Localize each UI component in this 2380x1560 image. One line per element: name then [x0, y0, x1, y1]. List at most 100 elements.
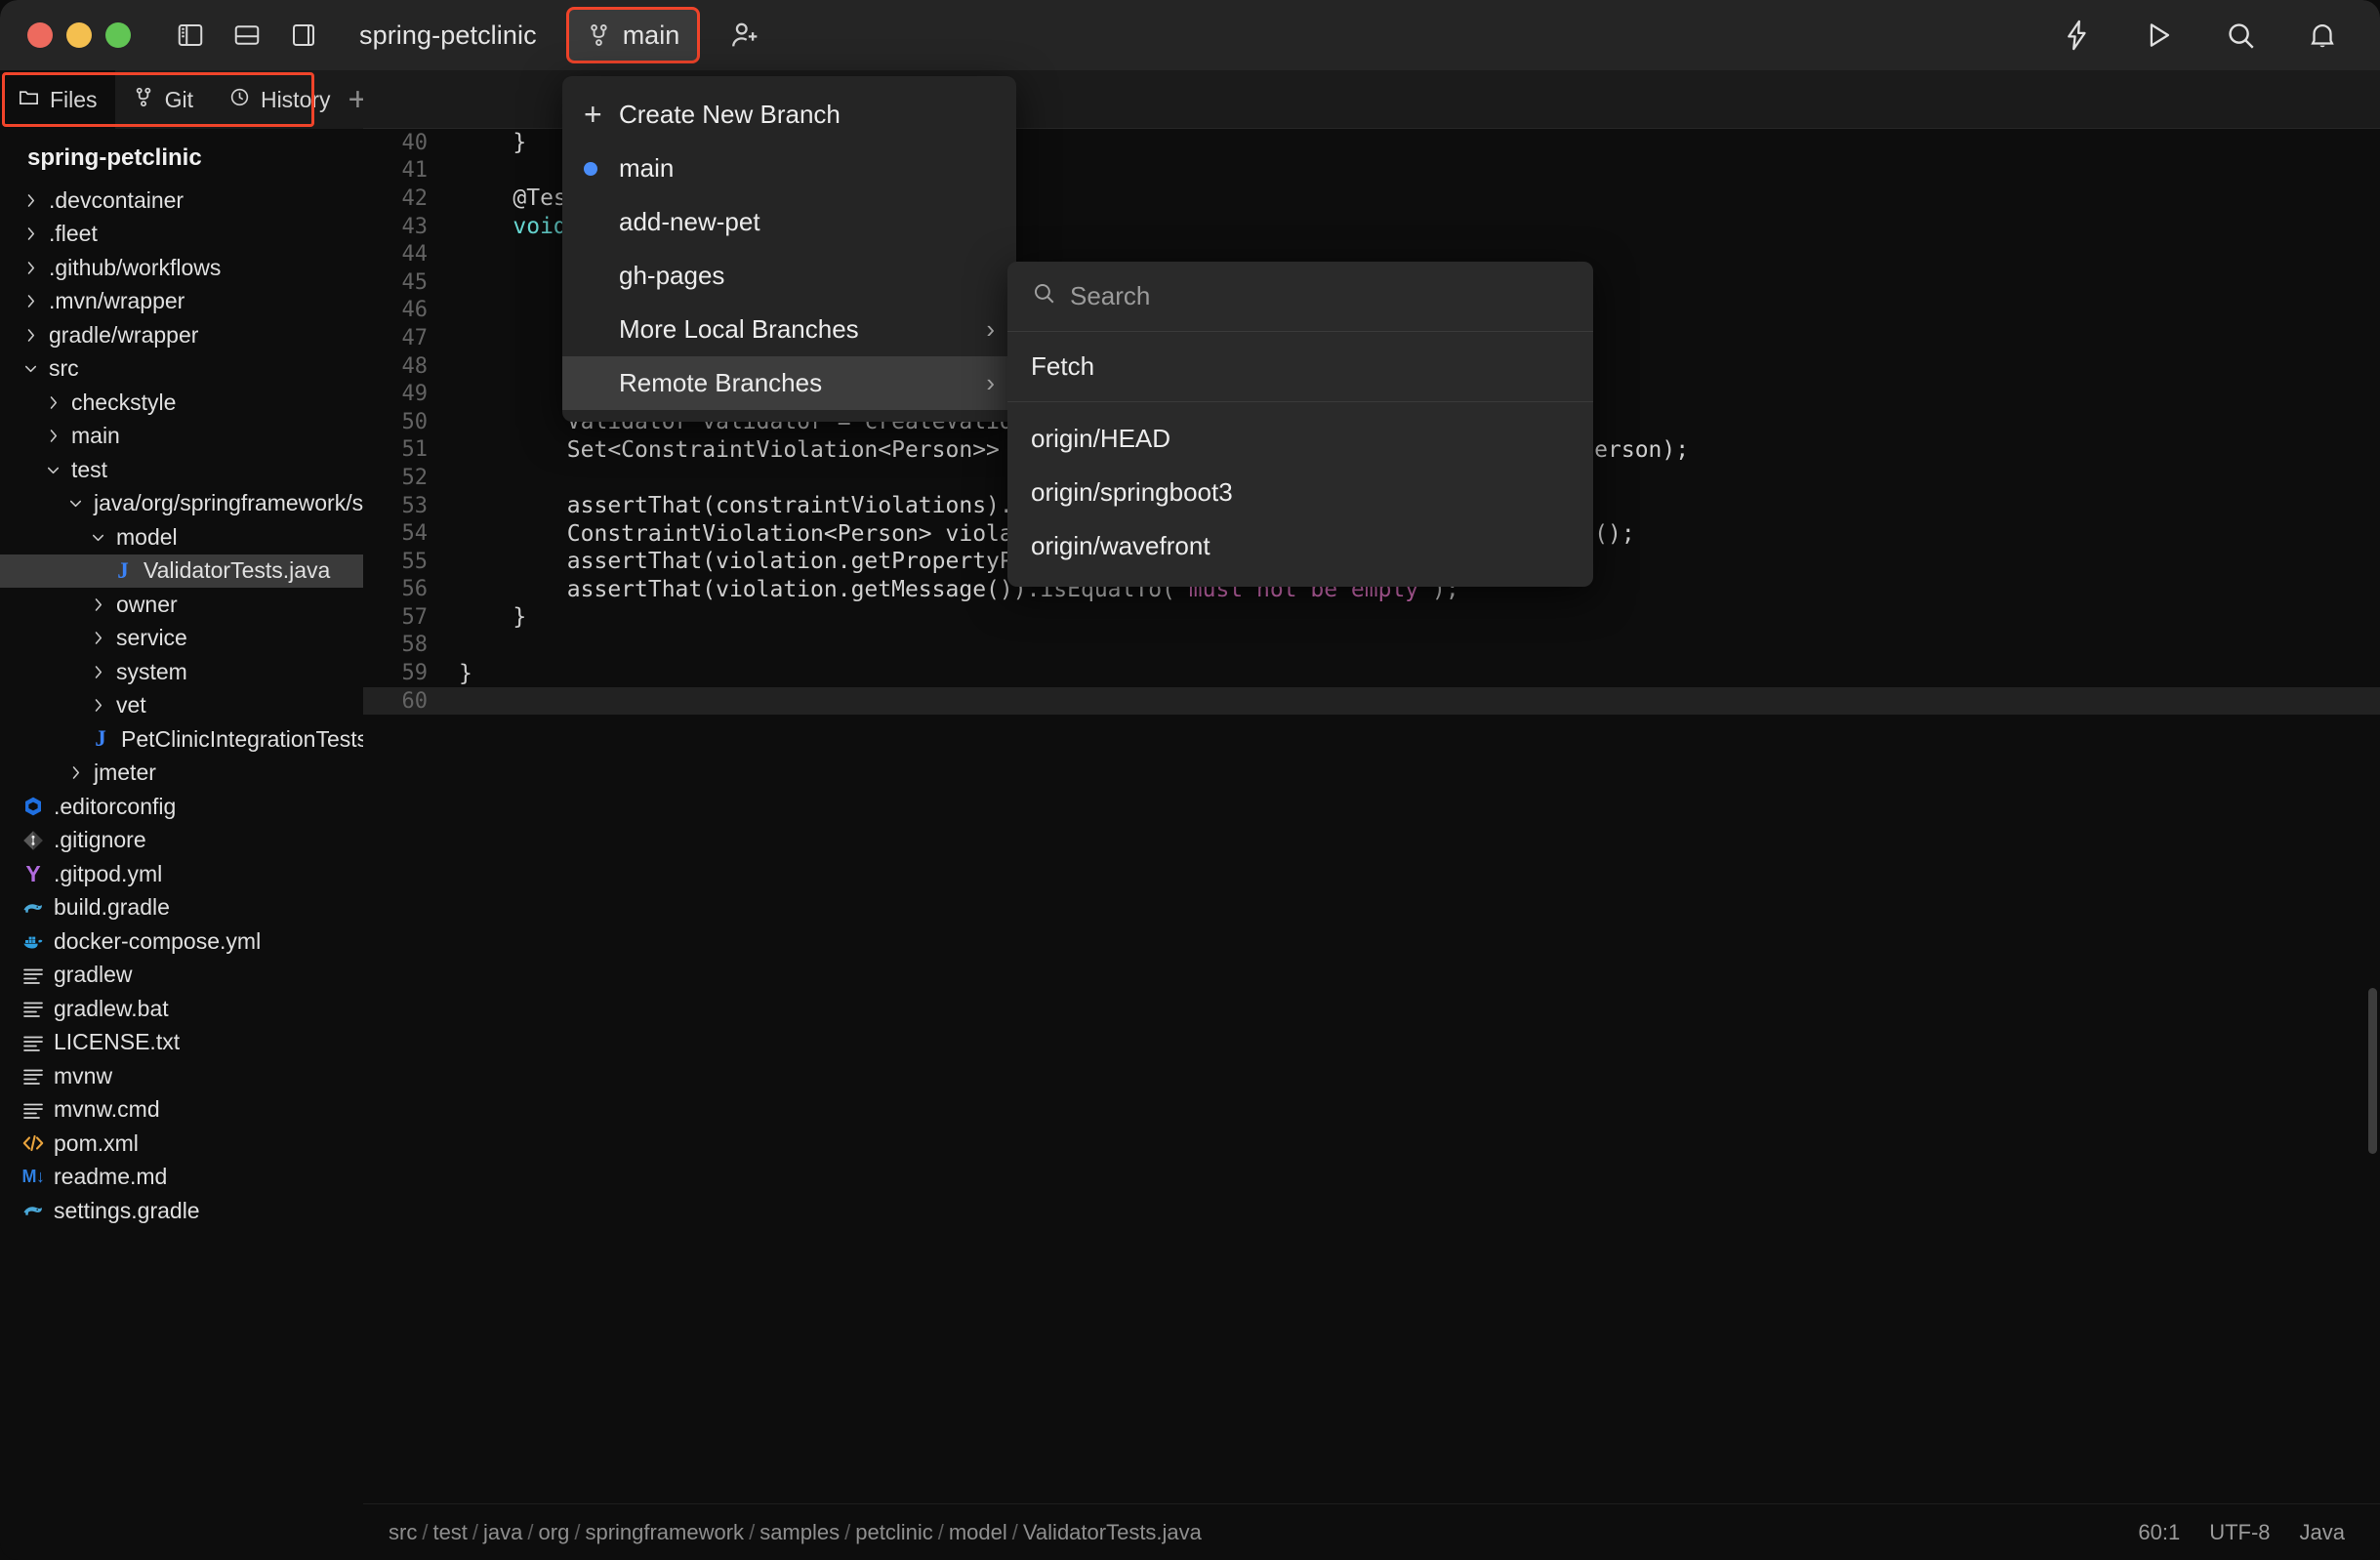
chevron-right-icon[interactable]: [44, 393, 62, 412]
tree-folder-item[interactable]: checkstyle: [0, 386, 363, 420]
tree-item-label: .editorconfig: [54, 793, 177, 819]
code-line[interactable]: 59}: [363, 659, 2380, 687]
tree-file-item[interactable]: .editorconfig: [0, 790, 363, 824]
sidebar-tab-history[interactable]: History: [210, 70, 349, 129]
ide-window: spring-petclinic main Files Git History …: [0, 0, 2380, 1560]
tree-file-item[interactable]: LICENSE.txt: [0, 1026, 363, 1060]
remote-branch-item[interactable]: origin/HEAD: [1007, 412, 1593, 466]
breadcrumb-segment[interactable]: ValidatorTests.java: [1023, 1520, 1202, 1544]
branch-menu-item[interactable]: add-new-pet: [562, 195, 1016, 249]
tree-file-item[interactable]: mvnw.cmd: [0, 1093, 363, 1128]
add-tab-button[interactable]: +: [349, 70, 363, 129]
tree-file-item[interactable]: mvnw: [0, 1059, 363, 1093]
lightning-icon[interactable]: [2060, 19, 2093, 52]
tree-folder-item[interactable]: service: [0, 622, 363, 656]
breadcrumb-segment[interactable]: samples: [759, 1520, 840, 1544]
breadcrumb-segment[interactable]: petclinic: [855, 1520, 932, 1544]
code-line[interactable]: 60: [363, 686, 2380, 716]
chevron-right-icon[interactable]: [21, 326, 40, 345]
tree-file-item[interactable]: J ValidatorTests.java: [0, 554, 363, 588]
breadcrumb-separator: /: [749, 1519, 756, 1544]
tree-folder-item[interactable]: vet: [0, 689, 363, 723]
tree-folder-item[interactable]: .mvn/wrapper: [0, 285, 363, 319]
line-number: 50: [401, 409, 429, 434]
remote-branch-item[interactable]: origin/wavefront: [1007, 519, 1593, 573]
breadcrumb-segment[interactable]: java: [483, 1520, 522, 1544]
tree-file-item[interactable]: settings.gradle: [0, 1194, 363, 1228]
chevron-down-icon[interactable]: [44, 461, 62, 479]
maximize-window-button[interactable]: [105, 22, 131, 48]
chevron-down-icon[interactable]: [21, 359, 40, 378]
tree-file-item[interactable]: J PetClinicIntegrationTests.java: [0, 722, 363, 757]
tree-folder-item[interactable]: owner: [0, 588, 363, 622]
chevron-right-icon[interactable]: [89, 663, 107, 681]
chevron-right-icon[interactable]: [44, 427, 62, 445]
left-panel-icon[interactable]: [176, 21, 205, 50]
run-icon[interactable]: [2142, 19, 2175, 52]
sidebar-tab-git[interactable]: Git: [114, 70, 211, 129]
cursor-position[interactable]: 60:1: [2138, 1520, 2180, 1545]
branch-menu-item[interactable]: gh-pages: [562, 249, 1016, 303]
chevron-right-icon[interactable]: [89, 696, 107, 715]
add-user-icon[interactable]: [729, 19, 762, 52]
chevron-right-icon[interactable]: [89, 595, 107, 614]
tree-folder-item[interactable]: .fleet: [0, 218, 363, 252]
tree-folder-item[interactable]: src: [0, 352, 363, 387]
breadcrumb-segment[interactable]: model: [949, 1520, 1007, 1544]
branch-menu-item[interactable]: main: [562, 142, 1016, 195]
close-window-button[interactable]: [27, 22, 53, 48]
tree-folder-item[interactable]: .devcontainer: [0, 184, 363, 218]
chevron-right-icon[interactable]: [21, 292, 40, 310]
tree-folder-item[interactable]: jmeter: [0, 757, 363, 791]
chevron-right-icon[interactable]: [89, 629, 107, 647]
submenu-search-field[interactable]: Search: [1007, 262, 1593, 332]
gradle-file-icon: [21, 896, 45, 920]
chevron-right-icon[interactable]: [21, 225, 40, 243]
tree-folder-item[interactable]: system: [0, 655, 363, 689]
sidebar-tab-files[interactable]: Files: [0, 70, 115, 129]
submenu-action-item[interactable]: Fetch: [1007, 340, 1593, 393]
remote-branch-item[interactable]: origin/springboot3: [1007, 466, 1593, 519]
tree-file-item[interactable]: M↓ readme.md: [0, 1161, 363, 1195]
code-line[interactable]: 58: [363, 632, 2380, 660]
tree-file-item[interactable]: gradlew: [0, 959, 363, 993]
chevron-right-icon[interactable]: [21, 259, 40, 277]
language-label[interactable]: Java: [2300, 1520, 2345, 1545]
chevron-down-icon[interactable]: [66, 494, 85, 513]
chevron-down-icon[interactable]: [89, 528, 107, 547]
tree-folder-item[interactable]: model: [0, 520, 363, 554]
tree-file-item[interactable]: Y .gitpod.yml: [0, 857, 363, 891]
tree-file-item[interactable]: build.gradle: [0, 891, 363, 925]
breadcrumb-segment[interactable]: org: [539, 1520, 570, 1544]
tree-folder-item[interactable]: .github/workflows: [0, 251, 363, 285]
breadcrumb-segment[interactable]: test: [432, 1520, 467, 1544]
tree-file-item[interactable]: gradlew.bat: [0, 992, 363, 1026]
code-line[interactable]: 57 }: [363, 603, 2380, 632]
line-number: 43: [401, 214, 429, 239]
tree-file-item[interactable]: pom.xml: [0, 1127, 363, 1161]
branch-menu-item[interactable]: Remote Branches ›: [562, 356, 1016, 410]
encoding-label[interactable]: UTF-8: [2209, 1520, 2270, 1545]
branch-dropdown-menu: + Create New Branch main add-new-pet gh-page…: [562, 76, 1016, 422]
bell-icon[interactable]: [2306, 19, 2339, 52]
search-icon[interactable]: [2224, 19, 2257, 52]
breadcrumb-segment[interactable]: src: [389, 1520, 417, 1544]
tree-folder-item[interactable]: java/org/springframework/samples/pe: [0, 487, 363, 521]
plus-icon: +: [584, 97, 602, 132]
tree-folder-item[interactable]: gradle/wrapper: [0, 318, 363, 352]
tree-folder-item[interactable]: test: [0, 453, 363, 487]
tree-folder-item[interactable]: main: [0, 420, 363, 454]
chevron-right-icon[interactable]: [66, 763, 85, 782]
branch-menu-item[interactable]: + Create New Branch: [562, 88, 1016, 142]
tree-file-item[interactable]: docker-compose.yml: [0, 924, 363, 959]
branch-menu-item[interactable]: More Local Branches ›: [562, 303, 1016, 356]
right-panel-icon[interactable]: [289, 21, 318, 50]
branch-selector-button[interactable]: main: [565, 7, 701, 63]
breadcrumb-segment[interactable]: springframework: [585, 1520, 744, 1544]
minimize-window-button[interactable]: [66, 22, 92, 48]
breadcrumb[interactable]: src / test / java / org / springframework / sample…: [363, 1520, 1202, 1545]
tree-file-item[interactable]: .gitignore: [0, 824, 363, 858]
chevron-right-icon[interactable]: [21, 191, 40, 210]
bottom-panel-icon[interactable]: [232, 21, 262, 50]
editor-scrollbar[interactable]: [2368, 988, 2377, 1154]
